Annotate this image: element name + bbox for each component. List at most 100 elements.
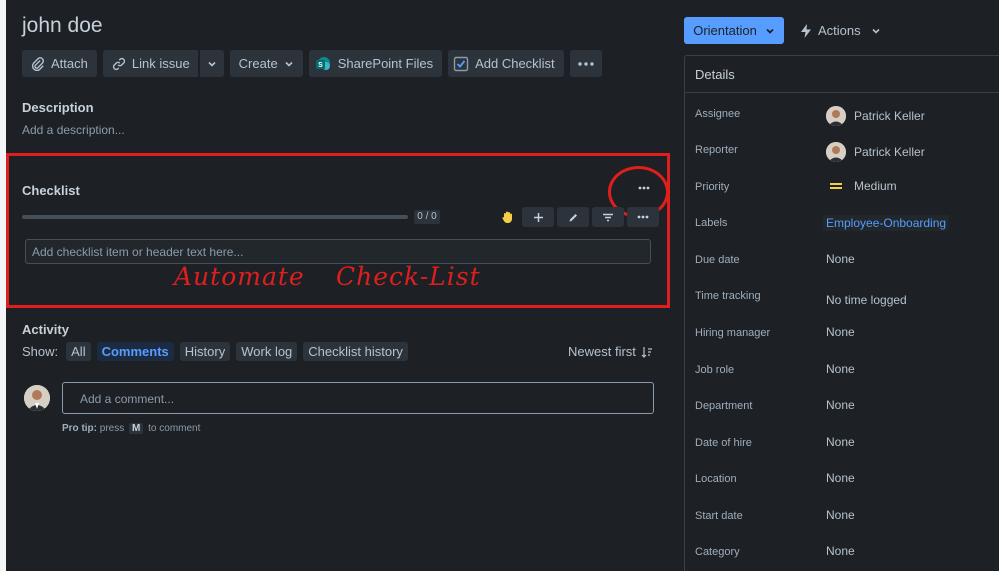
chevron-down-icon — [208, 61, 216, 67]
field-value-wrapper: Medium — [826, 179, 897, 193]
field-value: None — [826, 252, 855, 266]
checklist-progress-bar — [22, 215, 408, 219]
field-value-wrapper: Patrick Keller — [826, 106, 925, 126]
field-value: None — [826, 325, 855, 339]
description-field[interactable]: Add a description... — [22, 123, 125, 137]
create-label: Create — [238, 56, 278, 71]
add-comment-input[interactable]: Add a comment... — [62, 382, 654, 414]
filter-history[interactable]: History — [179, 342, 231, 361]
field-label: Assignee — [695, 108, 741, 120]
more-icon — [637, 215, 649, 219]
protip-rest: to comment — [148, 423, 201, 434]
link-issue-dropdown[interactable] — [198, 50, 224, 77]
plus-icon — [533, 212, 543, 222]
field-value: None — [826, 362, 855, 376]
sharepoint-files-button[interactable]: S SharePoint Files — [308, 50, 443, 77]
current-user-avatar — [24, 385, 50, 411]
filter-checklist-history[interactable]: Checklist history — [303, 342, 408, 361]
checklist-options-button[interactable] — [627, 207, 659, 227]
hand-icon-button[interactable] — [497, 207, 519, 227]
field-label: Labels — [695, 217, 728, 229]
annotation-text-checklist: Check-List — [336, 262, 481, 291]
checklist-progress-count: 0 / 0 — [414, 210, 440, 224]
checklist-item-input[interactable]: Add checklist item or header text here..… — [25, 239, 651, 264]
activity-heading: Activity — [22, 322, 69, 337]
actions-button[interactable]: Actions — [800, 17, 881, 44]
attach-button[interactable]: Attach — [22, 50, 97, 77]
protip-press: press — [99, 423, 125, 434]
avatar — [826, 106, 846, 126]
lightning-icon — [801, 23, 811, 38]
sort-icon — [641, 346, 652, 358]
chevron-down-icon — [872, 28, 880, 34]
sharepoint-icon: S — [315, 56, 330, 70]
field-value: No time logged — [826, 293, 907, 307]
field-label: Job role — [695, 364, 735, 376]
details-panel: Details Assignee Patrick Keller Reporter… — [684, 55, 999, 571]
field-value: None — [826, 471, 855, 485]
sort-order-label: Newest first — [568, 344, 636, 359]
chevron-down-icon — [766, 28, 774, 34]
field-label: Priority — [695, 181, 730, 193]
field-label: Hiring manager — [695, 327, 771, 339]
link-issue-button[interactable]: Link issue — [102, 50, 198, 77]
protip-text: Pro tip: press M to comment — [62, 423, 200, 434]
label-chip[interactable]: Employee-Onboarding — [823, 215, 950, 231]
avatar — [826, 142, 846, 162]
filter-all[interactable]: All — [66, 342, 91, 361]
create-button[interactable]: Create — [229, 50, 303, 77]
issue-toolbar: Attach Link issue Create S SharePoint Fi… — [22, 50, 602, 77]
field-value: Patrick Keller — [854, 145, 925, 159]
issue-title[interactable]: john doe — [22, 14, 103, 38]
paperclip-icon — [31, 56, 44, 71]
pencil-icon — [569, 213, 577, 221]
filter-button[interactable] — [592, 207, 624, 227]
field-value: None — [826, 508, 855, 522]
link-issue-label: Link issue — [131, 56, 190, 71]
filter-icon — [603, 213, 613, 221]
link-icon — [112, 57, 125, 70]
sharepoint-label: SharePoint Files — [337, 56, 434, 71]
field-value-wrapper: Employee-Onboarding — [823, 215, 950, 231]
status-label: Orientation — [693, 23, 757, 38]
description-heading: Description — [22, 100, 94, 115]
field-value-wrapper: Patrick Keller — [826, 142, 925, 162]
sort-order-button[interactable]: Newest first — [568, 344, 653, 359]
checklist-heading: Checklist — [22, 183, 80, 198]
field-label: Date of hire — [695, 437, 752, 449]
show-label: Show: — [22, 344, 59, 359]
more-actions-button[interactable] — [569, 50, 602, 77]
more-icon — [577, 61, 594, 66]
add-checklist-button[interactable]: Add Checklist — [448, 50, 564, 77]
chevron-down-icon — [285, 61, 293, 67]
field-value: Patrick Keller — [854, 109, 925, 123]
field-label: Start date — [695, 510, 743, 522]
hand-icon — [502, 211, 512, 224]
svg-text:S: S — [318, 62, 323, 69]
field-label: Location — [695, 473, 737, 485]
issue-sidebar: Orientation Actions Details Assignee Pat… — [670, 0, 999, 571]
details-heading[interactable]: Details — [685, 56, 999, 93]
checkbox-icon — [453, 56, 469, 71]
add-item-button[interactable] — [522, 207, 554, 227]
filter-comments[interactable]: Comments — [96, 342, 174, 361]
filter-work-log[interactable]: Work log — [236, 342, 298, 361]
edit-checklist-button[interactable] — [557, 207, 589, 227]
field-value: None — [826, 435, 855, 449]
issue-main-panel: john doe Attach Link issue Create S Shar… — [6, 0, 670, 571]
attach-label: Attach — [51, 56, 88, 71]
priority-medium-icon — [830, 183, 842, 189]
field-label: Time tracking — [695, 290, 761, 302]
activity-filters: Show: All Comments History Work log Chec… — [22, 342, 408, 361]
actions-label: Actions — [818, 23, 861, 38]
field-value: None — [826, 544, 855, 558]
field-label: Due date — [695, 254, 740, 266]
field-label: Category — [695, 546, 740, 558]
protip-label: Pro tip: — [62, 423, 97, 434]
checklist-tools — [497, 207, 659, 227]
add-checklist-label: Add Checklist — [475, 56, 555, 71]
field-label: Reporter — [695, 144, 738, 156]
status-orientation-button[interactable]: Orientation — [684, 17, 784, 44]
annotation-text-automate: Automate — [174, 262, 305, 291]
protip-key: M — [129, 423, 144, 434]
